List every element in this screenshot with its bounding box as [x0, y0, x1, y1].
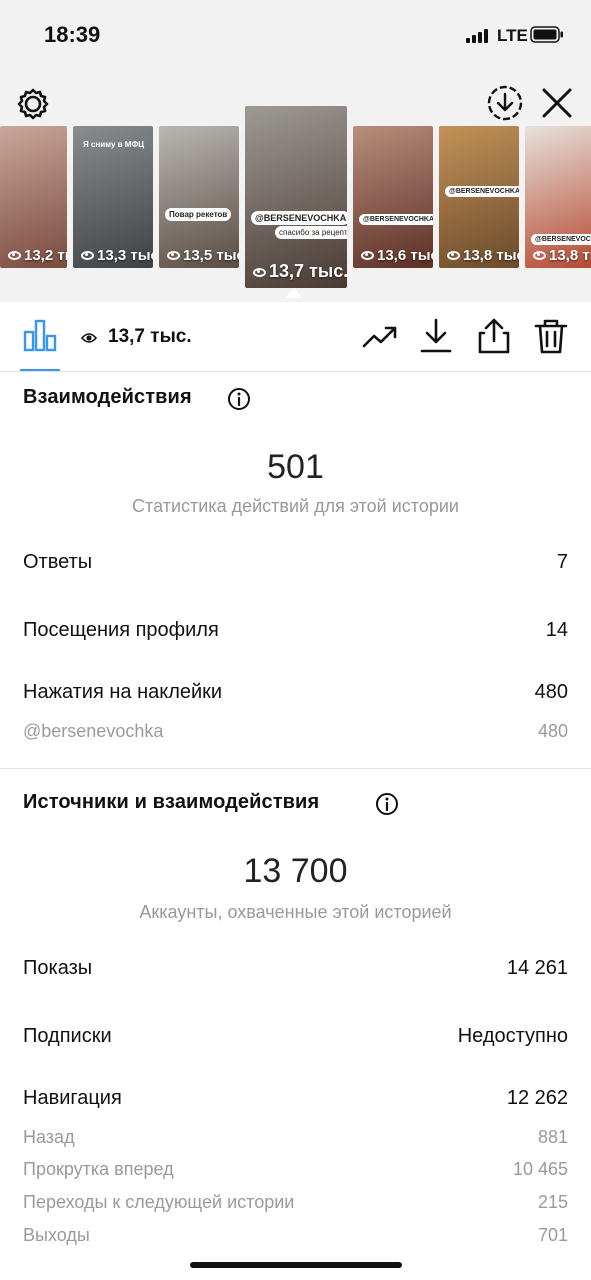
- trash-icon[interactable]: [533, 318, 569, 354]
- story-views: 13,7 тыс.: [253, 261, 347, 282]
- story-views: 13,3 тыс.: [81, 247, 153, 264]
- story-thumbnail[interactable]: @BERSENEVOCHKA 13,6 тыс.: [353, 126, 433, 268]
- story-views: 13,8 тыс.: [533, 247, 591, 264]
- metric-value: 12 262: [506, 1087, 568, 1109]
- story-thumbnail[interactable]: @BERSENEVOCHKA 13,8 тыс.: [439, 126, 519, 268]
- metric-label: Показы: [23, 957, 93, 979]
- navigation-row: Назад 881: [23, 1127, 568, 1155]
- metric-value: 14 261: [506, 957, 568, 979]
- section-divider: [0, 768, 591, 769]
- metric-row: Ответы 7: [23, 551, 568, 579]
- navigation-value: 701: [537, 1225, 568, 1245]
- story-toolbar: 13,7 тыс.: [0, 302, 591, 372]
- insights-bar-chart-icon[interactable]: [23, 318, 57, 352]
- interactions-subtitle: Статистика действий для этой истории: [132, 496, 459, 516]
- story-thumbnail[interactable]: 13,2 тыс.: [0, 126, 67, 268]
- story-views: 13,2 тыс.: [8, 247, 67, 264]
- eye-icon: [81, 333, 97, 343]
- metric-label: Навигация: [23, 1087, 122, 1109]
- story-views: 13,6 тыс.: [361, 247, 433, 264]
- navigation-label: Переходы к следующей истории: [23, 1192, 295, 1212]
- navigation-row: Прокрутка вперед 10 465: [23, 1159, 568, 1187]
- metric-row: Посещения профиля 14: [23, 619, 568, 647]
- story-overlay-text: Повар рекетов: [165, 208, 232, 221]
- navigation-value: 881: [537, 1127, 568, 1147]
- info-icon[interactable]: [375, 792, 399, 816]
- metric-value: 7: [556, 551, 568, 573]
- metric-value: Недоступно: [457, 1025, 568, 1047]
- home-indicator[interactable]: [190, 1262, 402, 1268]
- metric-row: Показы 14 261: [23, 957, 568, 985]
- sticker-row: @bersenevochka 480: [23, 721, 568, 749]
- metric-value: 14: [545, 619, 568, 641]
- story-views: 13,8 тыс.: [447, 247, 519, 264]
- views-count[interactable]: 13,7 тыс.: [108, 326, 192, 348]
- story-thumbnail[interactable]: Я сниму в МФЦ 13,3 тыс.: [73, 126, 153, 268]
- navigation-label: Назад: [23, 1127, 75, 1147]
- download-icon[interactable]: [418, 318, 454, 354]
- network-type: LTE: [497, 26, 528, 45]
- discovery-subtitle: Аккаунты, охваченные этой историей: [139, 902, 452, 922]
- status-time: 18:39: [44, 22, 101, 47]
- navigation-label: Выходы: [23, 1225, 90, 1245]
- navigation-row: Выходы 701: [23, 1225, 568, 1253]
- story-overlay-text: @BERSENEVOCHKA: [251, 211, 347, 225]
- story-thumbnails: 13,2 тыс. Я сниму в МФЦ 13,3 тыс. Повар …: [0, 106, 591, 296]
- discovery-title: Источники и взаимодействия: [23, 791, 320, 813]
- signal-strength-icon: [466, 29, 490, 43]
- story-thumbnail[interactable]: Повар рекетов 13,5 тыс.: [159, 126, 239, 268]
- story-overlay-text: @BERSENEVOCHKA: [531, 234, 591, 245]
- story-overlay-text: @BERSENEVOCHKA: [359, 214, 433, 225]
- story-carousel-area: 18:39 LTE 13,2 тыс. Я сниму в МФЦ 13,3 т…: [0, 0, 591, 302]
- interactions-total: 501: [267, 448, 324, 486]
- active-tab-indicator: [20, 369, 60, 371]
- battery-icon: [530, 26, 563, 43]
- story-overlay-text: @BERSENEVOCHKA: [445, 186, 519, 197]
- metric-row: Подписки Недоступно: [23, 1025, 568, 1053]
- story-thumbnail-selected[interactable]: @BERSENEVOCHKA спасибо за рецепт 13,7 ты…: [245, 106, 347, 288]
- selected-story-pointer: [285, 288, 303, 298]
- navigation-value: 10 465: [512, 1159, 568, 1179]
- status-bar: 18:39 LTE: [0, 0, 591, 70]
- story-views: 13,5 тыс.: [167, 247, 239, 264]
- discovery-total: 13 700: [243, 852, 348, 890]
- navigation-row: Переходы к следующей истории 215: [23, 1192, 568, 1220]
- metric-row: Нажатия на наклейки 480: [23, 681, 568, 709]
- metric-label: Ответы: [23, 551, 93, 573]
- share-icon[interactable]: [476, 318, 512, 354]
- story-caption: спасибо за рецепт: [275, 226, 347, 239]
- metric-label: Нажатия на наклейки: [23, 681, 223, 703]
- navigation-label: Прокрутка вперед: [23, 1159, 174, 1179]
- story-thumbnail[interactable]: @BERSENEVOCHKA 13,8 тыс.: [525, 126, 591, 268]
- navigation-value: 215: [537, 1192, 568, 1212]
- metric-row: Навигация 12 262: [23, 1087, 568, 1115]
- sticker-label: @bersenevochka: [23, 721, 164, 741]
- story-overlay-text: Я сниму в МФЦ: [83, 140, 145, 149]
- metric-label: Подписки: [23, 1025, 112, 1047]
- metric-label: Посещения профиля: [23, 619, 219, 641]
- trending-icon[interactable]: [362, 318, 398, 354]
- sticker-value: 480: [537, 721, 568, 741]
- info-icon[interactable]: [227, 387, 251, 411]
- metric-value: 480: [534, 681, 568, 703]
- interactions-title: Взаимодействия: [23, 386, 192, 408]
